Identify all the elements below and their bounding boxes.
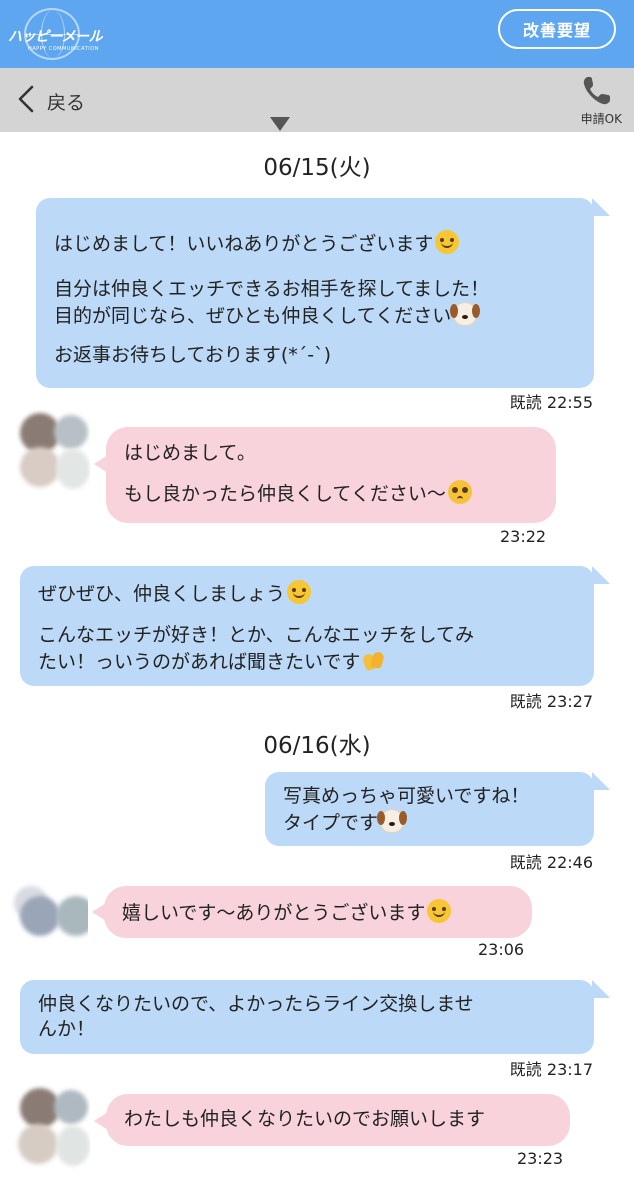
avatar[interactable] xyxy=(6,1082,90,1172)
bubble-tail xyxy=(592,198,610,216)
outgoing-message[interactable]: 写真めっちゃ可愛いですね！ タイプです xyxy=(265,772,594,846)
outgoing-message[interactable]: 仲良くなりたいので、よかったらライン交換しませ んか！ xyxy=(20,980,594,1054)
avatar[interactable] xyxy=(6,405,90,497)
incoming-message[interactable]: はじめまして。 もし良かったら仲良くしてください〜 xyxy=(106,427,556,523)
message-text: はじめまして！いいねありがとうございます xyxy=(54,233,434,255)
relieved-face-emoji-icon xyxy=(287,580,312,604)
outgoing-message[interactable]: はじめまして！いいねありがとうございます 自分は仲良くエッチできるお相手を探して… xyxy=(36,198,594,388)
avatar[interactable] xyxy=(4,878,88,954)
chevron-left-icon[interactable] xyxy=(14,84,40,114)
message-text: タイプです xyxy=(283,812,379,834)
message-text: 嬉しいです〜ありがとうございます xyxy=(122,902,426,924)
bubble-tail xyxy=(592,772,610,790)
logo-text: ハッピーメール xyxy=(8,29,102,45)
date-separator: 06/16(水) xyxy=(263,733,371,759)
message-text: わたしも仲良くなりたいのでお願いします xyxy=(124,1108,486,1130)
back-button[interactable]: 戻る xyxy=(47,88,85,115)
blushing-face-emoji-icon xyxy=(427,899,452,923)
read-receipt-time: 既読 23:27 xyxy=(509,692,593,711)
message-text: 目的が同じなら、ぜひとも仲良くしてください xyxy=(54,305,452,327)
message-text: こんなエッチが好き！とか、こんなエッチをしてみ xyxy=(38,624,475,646)
dog-face-emoji-icon xyxy=(450,302,478,326)
message-text: 仲良くなりたいので、よかったらライン交換しませ xyxy=(38,993,474,1015)
read-receipt-time: 既読 22:46 xyxy=(509,853,593,872)
message-time: 23:06 xyxy=(478,940,525,959)
message-text: 自分は仲良くエッチできるお相手を探してました！ xyxy=(54,278,490,300)
app-header: ハッピーメール HAPPY COMMUNICATION 改善要望 xyxy=(0,0,634,68)
incoming-message[interactable]: わたしも仲良くなりたいのでお願いします xyxy=(106,1094,570,1146)
chat-nav-bar: 戻る 申請OK xyxy=(0,68,634,132)
pleading-face-emoji-icon xyxy=(447,480,472,504)
message-text: んか！ xyxy=(38,1018,96,1040)
logo-subtitle: HAPPY COMMUNICATION xyxy=(28,46,99,52)
outgoing-message[interactable]: ぜひぜひ、仲良くしましょう こんなエッチが好き！とか、こんなエッチをしてみ たい！… xyxy=(20,566,594,686)
message-text: ぜひぜひ、仲良くしましょう xyxy=(38,583,286,605)
bubble-tail xyxy=(592,980,610,998)
message-time: 23:23 xyxy=(517,1149,564,1168)
read-receipt-time: 既読 22:55 xyxy=(509,393,593,412)
date-separator: 06/15(火) xyxy=(263,155,371,181)
incoming-message[interactable]: 嬉しいです〜ありがとうございます xyxy=(104,886,532,938)
dropdown-pointer-icon xyxy=(270,117,290,131)
smiling-face-emoji-icon xyxy=(435,230,460,254)
message-text: お返事お待ちしております(*´-`) xyxy=(54,344,332,366)
read-receipt-time: 既読 23:17 xyxy=(509,1060,593,1079)
message-text: 写真めっちゃ可愛いですね！ xyxy=(283,785,530,807)
message-time: 23:22 xyxy=(500,527,547,546)
app-logo[interactable]: ハッピーメール HAPPY COMMUNICATION xyxy=(8,6,108,62)
message-text: たい！っいうのがあれば聞きたいです xyxy=(38,651,361,673)
call-request-ok-label: 申請OK xyxy=(580,112,622,126)
dog-face-emoji-icon xyxy=(377,809,405,833)
phone-icon[interactable] xyxy=(580,74,614,108)
message-text: もし良かったら仲良くしてください〜 xyxy=(124,483,446,505)
message-text: はじめまして。 xyxy=(124,442,256,464)
improvement-request-button[interactable]: 改善要望 xyxy=(498,9,616,49)
bubble-tail xyxy=(592,566,610,584)
clapping-hands-emoji-icon xyxy=(362,648,386,672)
